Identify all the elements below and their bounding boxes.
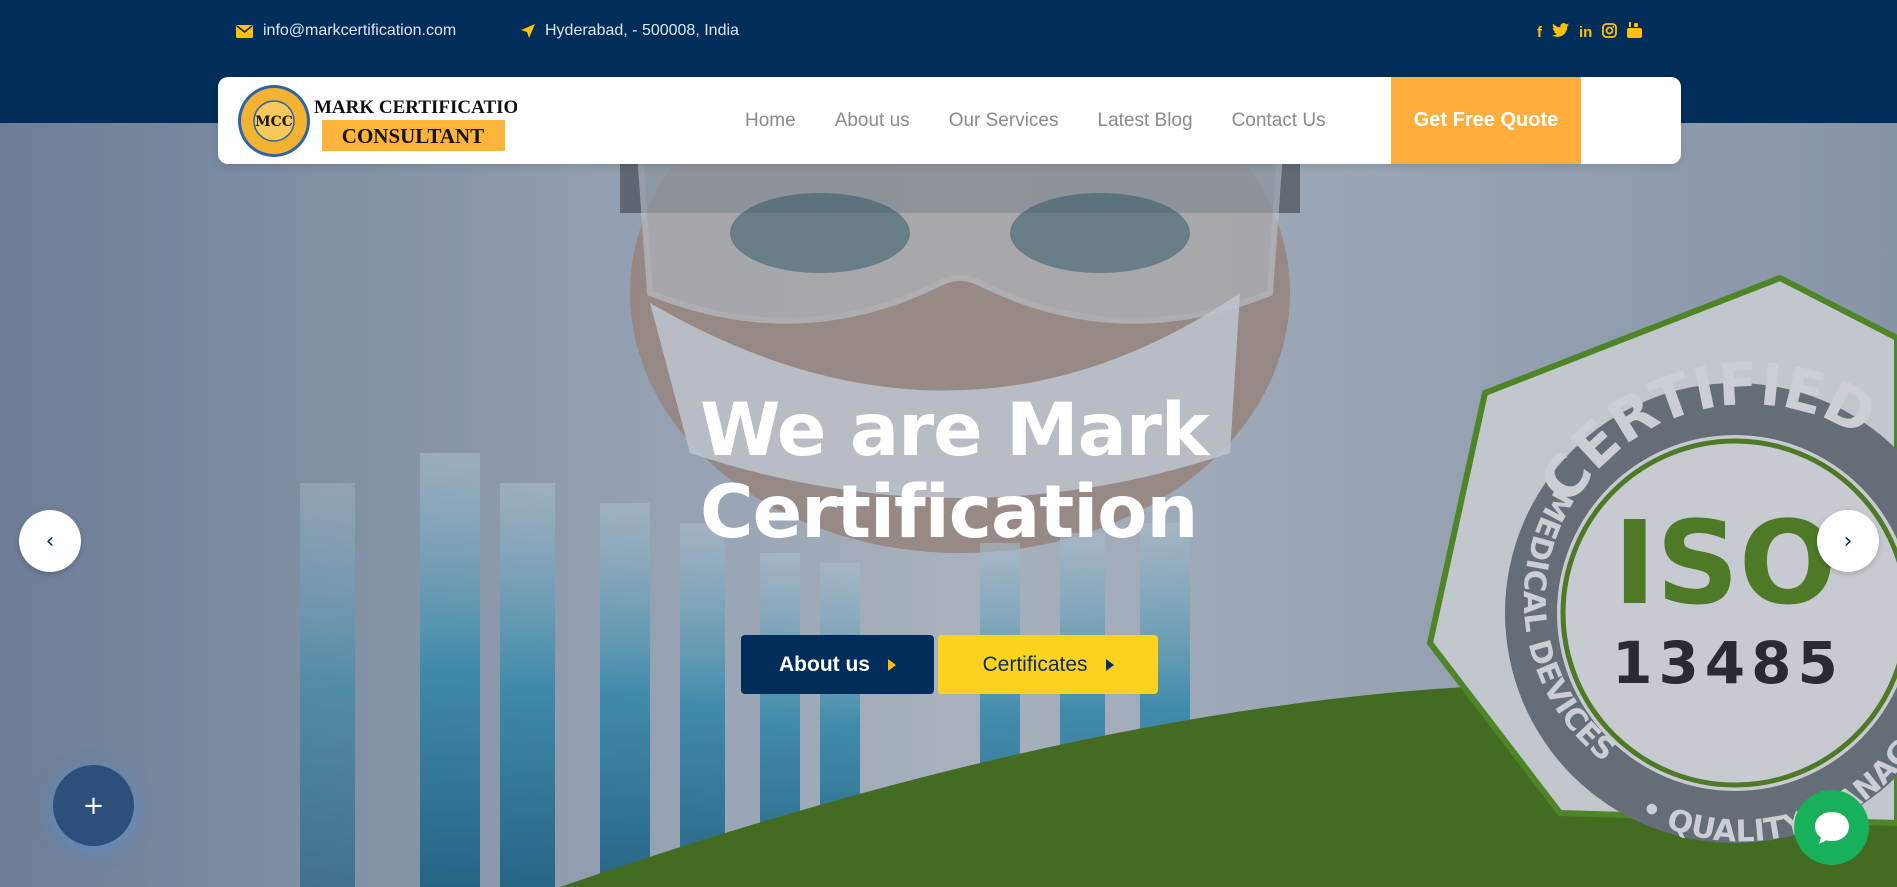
instagram-icon[interactable] — [1602, 22, 1618, 43]
plus-icon: + — [82, 790, 105, 821]
nav-latest-blog[interactable]: Latest Blog — [1098, 110, 1193, 132]
location-text: Hyderabad, - 500008, India — [545, 22, 739, 39]
location-contact: Hyderabad, - 500008, India — [521, 22, 739, 40]
certificates-button[interactable]: Certificates — [938, 635, 1158, 694]
location-arrow-icon — [521, 24, 535, 38]
svg-text:MCC: MCC — [255, 114, 293, 130]
chat-bubble-icon — [1814, 811, 1849, 844]
email-contact[interactable]: info@markcertification.com — [236, 22, 456, 40]
envelope-icon — [236, 24, 253, 38]
hero-headline: We are Mark Certification — [700, 390, 1220, 554]
chevron-left-icon: ‹ — [45, 528, 55, 554]
floating-plus-button[interactable]: + — [53, 765, 134, 846]
certificates-label: Certificates — [982, 652, 1088, 676]
slider-prev-button[interactable]: ‹ — [19, 510, 81, 572]
nav-our-services[interactable]: Our Services — [949, 110, 1059, 132]
chat-widget-button[interactable] — [1794, 790, 1869, 865]
email-text[interactable]: info@markcertification.com — [263, 22, 456, 40]
chevron-right-icon: › — [1843, 528, 1853, 554]
caret-right-icon — [1105, 658, 1114, 671]
nav-home[interactable]: Home — [745, 110, 796, 132]
headline-line-1: We are Mark — [700, 388, 1209, 473]
linkedin-icon[interactable]: in — [1579, 24, 1592, 42]
about-us-label: About us — [779, 652, 870, 676]
twitter-icon[interactable] — [1552, 23, 1569, 42]
about-us-button[interactable]: About us — [741, 635, 934, 694]
company-logo[interactable]: MCC MARK CERTIFICATION CONSULTANT — [237, 84, 517, 158]
social-links: f in — [1537, 22, 1643, 43]
facebook-icon[interactable]: f — [1537, 24, 1542, 42]
caret-right-icon — [887, 658, 896, 671]
nav-contact-us[interactable]: Contact Us — [1232, 110, 1326, 132]
primary-nav: Home About us Our Services Latest Blog C… — [745, 77, 1365, 164]
headline-line-2: Certification — [700, 470, 1198, 555]
svg-text:MARK CERTIFICATION: MARK CERTIFICATION — [314, 97, 517, 118]
youtube-icon[interactable] — [1627, 22, 1643, 43]
main-navbar: MCC MARK CERTIFICATION CONSULTANT Home A… — [218, 77, 1681, 164]
get-free-quote-button[interactable]: Get Free Quote — [1391, 77, 1581, 164]
nav-about-us[interactable]: About us — [835, 110, 910, 132]
svg-text:CONSULTANT: CONSULTANT — [342, 124, 484, 148]
slider-next-button[interactable]: › — [1817, 510, 1879, 572]
